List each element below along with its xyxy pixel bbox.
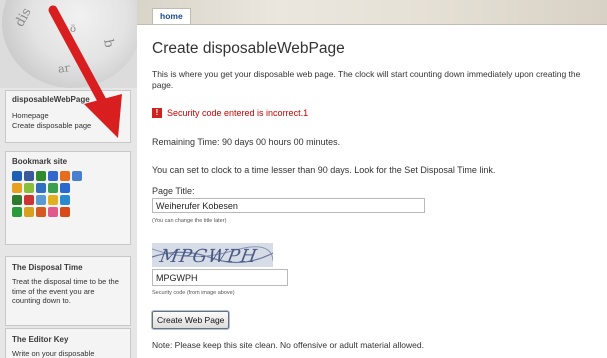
windows-icon[interactable] — [24, 207, 34, 217]
editor-key-text: Write on your disposable — [12, 349, 95, 358]
diigo-icon[interactable] — [48, 195, 58, 205]
disposal-time-block: The Disposal Time Treat the disposal tim… — [5, 256, 131, 326]
newsvine-icon[interactable] — [48, 183, 58, 193]
page-title: Create disposableWebPage — [152, 40, 345, 57]
editor-key-block: The Editor Key Write on your disposable — [5, 328, 131, 358]
digg-icon[interactable] — [12, 171, 22, 181]
security-code-hint: Security code (from image above) — [152, 290, 235, 296]
disposal-time-text: Treat the disposal time to be the time o… — [12, 277, 119, 305]
captcha-text: MPGWPH — [158, 246, 260, 267]
reddit-icon[interactable] — [24, 195, 34, 205]
furl-icon[interactable] — [60, 171, 70, 181]
youtube-icon[interactable] — [48, 207, 58, 217]
page-title-hint: (You can change the title later) — [152, 218, 227, 224]
header-divider — [137, 24, 607, 25]
bookmark-row — [12, 171, 124, 181]
security-code-input[interactable] — [152, 269, 288, 286]
clock-note: You can set to clock to a time lesser th… — [152, 165, 496, 175]
facebook-icon[interactable] — [24, 171, 34, 181]
security-error-text: Security code entered is incorrect.1 — [167, 108, 309, 118]
disposal-time-title: The Disposal Time — [12, 263, 83, 272]
remaining-time: Remaining Time: 90 days 00 hours 00 minu… — [152, 137, 341, 147]
sidebar-link-create-page[interactable]: Create disposable page — [6, 121, 130, 131]
editor-key-title: The Editor Key — [12, 335, 69, 344]
google-icon[interactable] — [72, 171, 82, 181]
warning-icon: ! — [152, 108, 162, 118]
yahoo-icon[interactable] — [24, 183, 34, 193]
live-icon[interactable] — [60, 195, 70, 205]
blogmarks-icon[interactable] — [12, 183, 22, 193]
sidebar-link-homepage[interactable]: Homepage — [6, 111, 130, 121]
bookmark-title: Bookmark site — [12, 157, 68, 166]
sidebar: dis b ö ar disposableWebPage Homepage Cr… — [0, 0, 137, 358]
bookmark-row — [12, 183, 124, 193]
logo-text-bottom: ar — [57, 61, 71, 76]
bookmark-row — [12, 207, 124, 217]
technorati-icon[interactable] — [12, 195, 22, 205]
simpy-icon[interactable] — [12, 207, 22, 217]
magnolia-icon[interactable] — [36, 183, 46, 193]
blinklist-icon[interactable] — [60, 183, 70, 193]
delicious-icon[interactable] — [48, 171, 58, 181]
page-title-input[interactable] — [152, 198, 425, 213]
blinkbits-icon[interactable] — [36, 207, 46, 217]
bookmark-icons — [6, 171, 130, 217]
captcha-image: MPGWPH — [152, 243, 273, 267]
site-logo[interactable]: dis b ö ar — [0, 0, 137, 88]
tab-home[interactable]: home — [152, 8, 191, 24]
site-nav-title: disposableWebPage — [12, 95, 90, 104]
page-title-label: Page Title: — [152, 186, 195, 196]
security-error: ! Security code entered is incorrect.1 — [152, 108, 308, 118]
header-banner — [137, 0, 607, 24]
logo-text-mid: ö — [70, 24, 77, 35]
intro-text: This is where you get your disposable we… — [152, 69, 581, 90]
clean-site-note: Note: Please keep this site clean. No of… — [152, 340, 424, 350]
site-nav-block: disposableWebPage Homepage Create dispos… — [5, 90, 131, 143]
smarking-icon[interactable] — [60, 207, 70, 217]
spurl-icon[interactable] — [36, 195, 46, 205]
bookmark-row — [12, 195, 124, 205]
bookmark-block: Bookmark site — [5, 151, 131, 245]
create-web-page-button[interactable]: Create Web Page — [152, 311, 230, 329]
stumble-icon[interactable] — [36, 171, 46, 181]
